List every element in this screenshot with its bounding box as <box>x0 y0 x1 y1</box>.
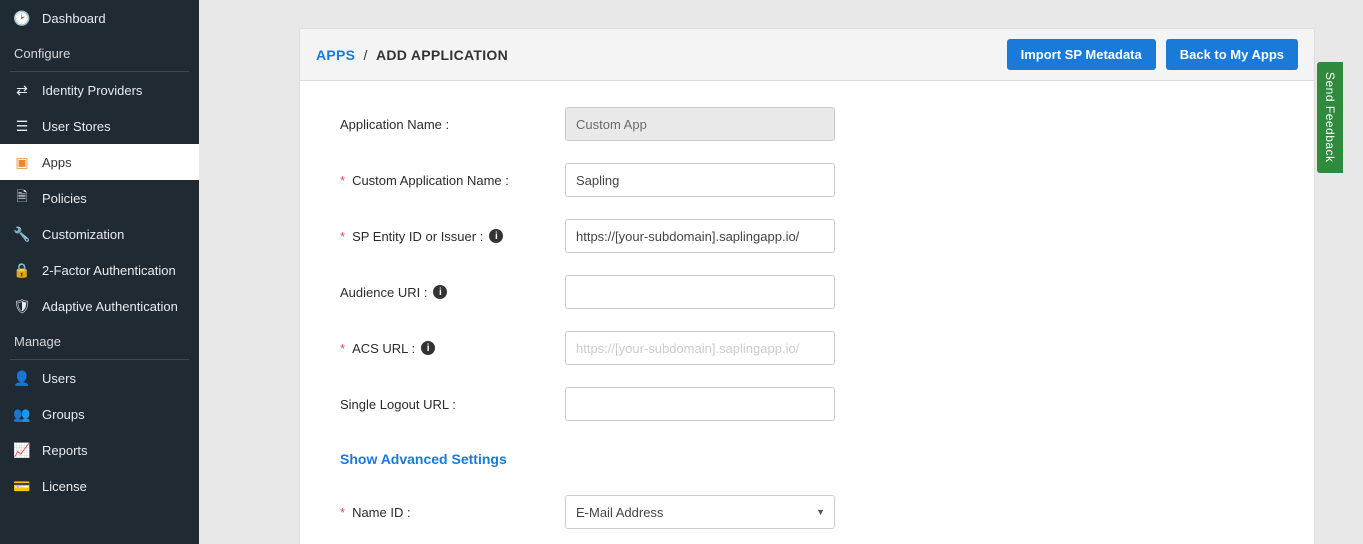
info-icon[interactable]: i <box>433 285 447 299</box>
sidebar-item-label: Customization <box>42 227 124 242</box>
input-slo[interactable] <box>565 387 835 421</box>
sidebar-item-label: 2-Factor Authentication <box>42 263 176 278</box>
sidebar-item-label: Dashboard <box>42 11 106 26</box>
form: Application Name : *Custom Application N… <box>300 81 1314 544</box>
breadcrumb-sep: / <box>360 47 372 63</box>
sidebar-item-label: Groups <box>42 407 85 422</box>
sidebar-item-label: Reports <box>42 443 88 458</box>
label-acs: *ACS URL :i <box>340 341 565 356</box>
label-custom-name: *Custom Application Name : <box>340 173 565 188</box>
sidebar-item-user-stores[interactable]: ☰ User Stores <box>0 108 199 144</box>
advanced-settings-link[interactable]: Show Advanced Settings <box>340 451 507 467</box>
label-audience: Audience URI :i <box>340 285 565 300</box>
group-icon: 👥 <box>14 406 30 422</box>
info-icon[interactable]: i <box>421 341 435 355</box>
panel-header: APPS / ADD APPLICATION Import SP Metadat… <box>300 29 1314 81</box>
chart-icon: 📈 <box>14 442 30 458</box>
sidebar-item-label: User Stores <box>42 119 111 134</box>
document-icon: 🗎 <box>14 190 30 206</box>
dashboard-icon: 🕑 <box>14 10 30 26</box>
sidebar-heading-configure: Configure <box>0 36 199 71</box>
input-sp-entity[interactable] <box>565 219 835 253</box>
sidebar-item-label: Apps <box>42 155 72 170</box>
feedback-tab[interactable]: Send Feedback <box>1317 62 1343 173</box>
database-icon: ☰ <box>14 118 30 134</box>
sidebar-item-policies[interactable]: 🗎 Policies <box>0 180 199 216</box>
swap-icon: ⇄ <box>14 82 30 98</box>
input-custom-name[interactable] <box>565 163 835 197</box>
input-audience[interactable] <box>565 275 835 309</box>
user-icon: 👤 <box>14 370 30 386</box>
sidebar-item-users[interactable]: 👤 Users <box>0 360 199 396</box>
label-sp-entity: *SP Entity ID or Issuer :i <box>340 229 565 244</box>
input-app-name <box>565 107 835 141</box>
breadcrumb-link-apps[interactable]: APPS <box>316 47 355 63</box>
sidebar-item-apps[interactable]: ▣ Apps <box>0 144 199 180</box>
info-icon[interactable]: i <box>489 229 503 243</box>
breadcrumb: APPS / ADD APPLICATION <box>316 47 508 63</box>
sidebar-item-groups[interactable]: 👥 Groups <box>0 396 199 432</box>
sidebar-item-reports[interactable]: 📈 Reports <box>0 432 199 468</box>
sidebar-item-label: Adaptive Authentication <box>42 299 178 314</box>
sidebar-item-label: Users <box>42 371 76 386</box>
sidebar-item-identity-providers[interactable]: ⇄ Identity Providers <box>0 72 199 108</box>
lock-icon: 🔒 <box>14 262 30 278</box>
shield-icon: 🛡 <box>14 298 30 314</box>
content: APPS / ADD APPLICATION Import SP Metadat… <box>199 0 1363 544</box>
sidebar-item-label: Policies <box>42 191 87 206</box>
sidebar-heading-manage: Manage <box>0 324 199 359</box>
breadcrumb-current: ADD APPLICATION <box>376 47 508 63</box>
sidebar-item-license[interactable]: 💳 License <box>0 468 199 504</box>
sidebar-item-customization[interactable]: 🔧 Customization <box>0 216 199 252</box>
sidebar-item-dashboard[interactable]: 🕑 Dashboard <box>0 0 199 36</box>
import-metadata-button[interactable]: Import SP Metadata <box>1007 39 1156 70</box>
card-icon: 💳 <box>14 478 30 494</box>
back-to-apps-button[interactable]: Back to My Apps <box>1166 39 1298 70</box>
sidebar: 🕑 Dashboard Configure ⇄ Identity Provide… <box>0 0 199 544</box>
label-nameid: *Name ID : <box>340 505 565 520</box>
select-nameid[interactable]: E-Mail Address <box>565 495 835 529</box>
sidebar-item-2fa[interactable]: 🔒 2-Factor Authentication <box>0 252 199 288</box>
input-acs[interactable] <box>565 331 835 365</box>
sidebar-item-label: License <box>42 479 87 494</box>
cube-icon: ▣ <box>14 154 30 170</box>
label-slo: Single Logout URL : <box>340 397 565 412</box>
sidebar-item-label: Identity Providers <box>42 83 142 98</box>
wrench-icon: 🔧 <box>14 226 30 242</box>
sidebar-item-adaptive-auth[interactable]: 🛡 Adaptive Authentication <box>0 288 199 324</box>
label-app-name: Application Name : <box>340 117 565 132</box>
panel: APPS / ADD APPLICATION Import SP Metadat… <box>299 28 1315 544</box>
